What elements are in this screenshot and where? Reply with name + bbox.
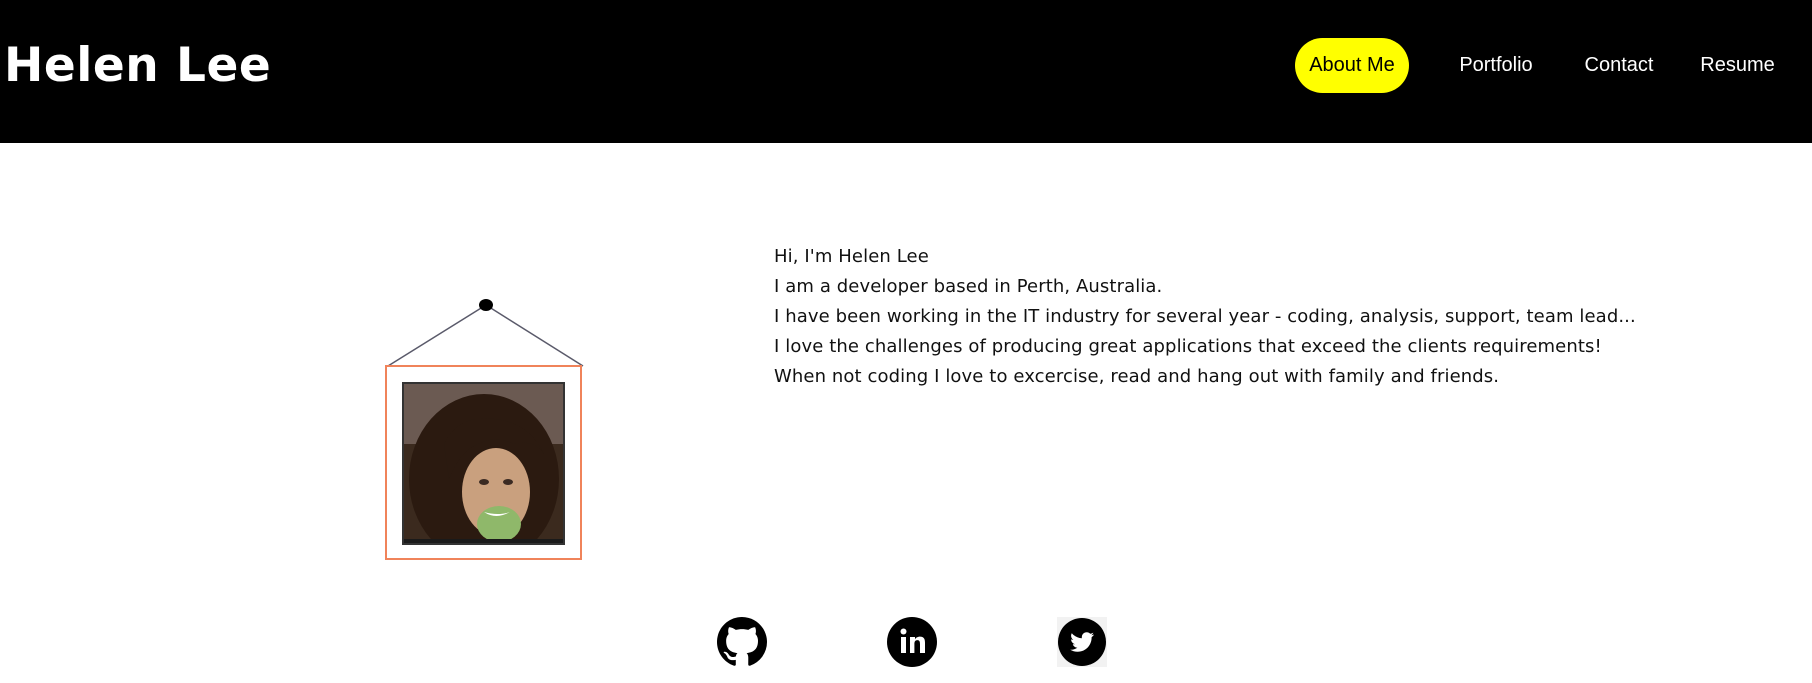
about-experience: I have been working in the IT industry f… <box>774 306 1636 327</box>
photo-frame <box>385 365 582 560</box>
nav-about-me[interactable]: About Me <box>1295 38 1409 93</box>
frame-hanger <box>387 299 584 367</box>
nail-icon <box>479 299 493 311</box>
nav-portfolio[interactable]: Portfolio <box>1441 38 1551 93</box>
hanging-photo-frame <box>380 295 585 560</box>
site-title: Helen Lee <box>4 38 272 93</box>
linkedin-icon[interactable] <box>887 617 937 667</box>
nav-resume[interactable]: Resume <box>1690 38 1785 93</box>
profile-photo <box>402 382 565 545</box>
about-passion: I love the challenges of producing great… <box>774 336 1602 357</box>
about-greeting: Hi, I'm Helen Lee <box>774 246 929 267</box>
nav-contact[interactable]: Contact <box>1569 38 1669 93</box>
about-location: I am a developer based in Perth, Austral… <box>774 276 1163 297</box>
github-icon[interactable] <box>717 617 767 667</box>
about-text: Hi, I'm Helen Lee I am a developer based… <box>774 242 1674 392</box>
about-hobbies: When not coding I love to excercise, rea… <box>774 366 1500 387</box>
site-header: Helen Lee About Me Portfolio Contact Res… <box>0 0 1812 143</box>
twitter-icon[interactable] <box>1057 617 1107 667</box>
